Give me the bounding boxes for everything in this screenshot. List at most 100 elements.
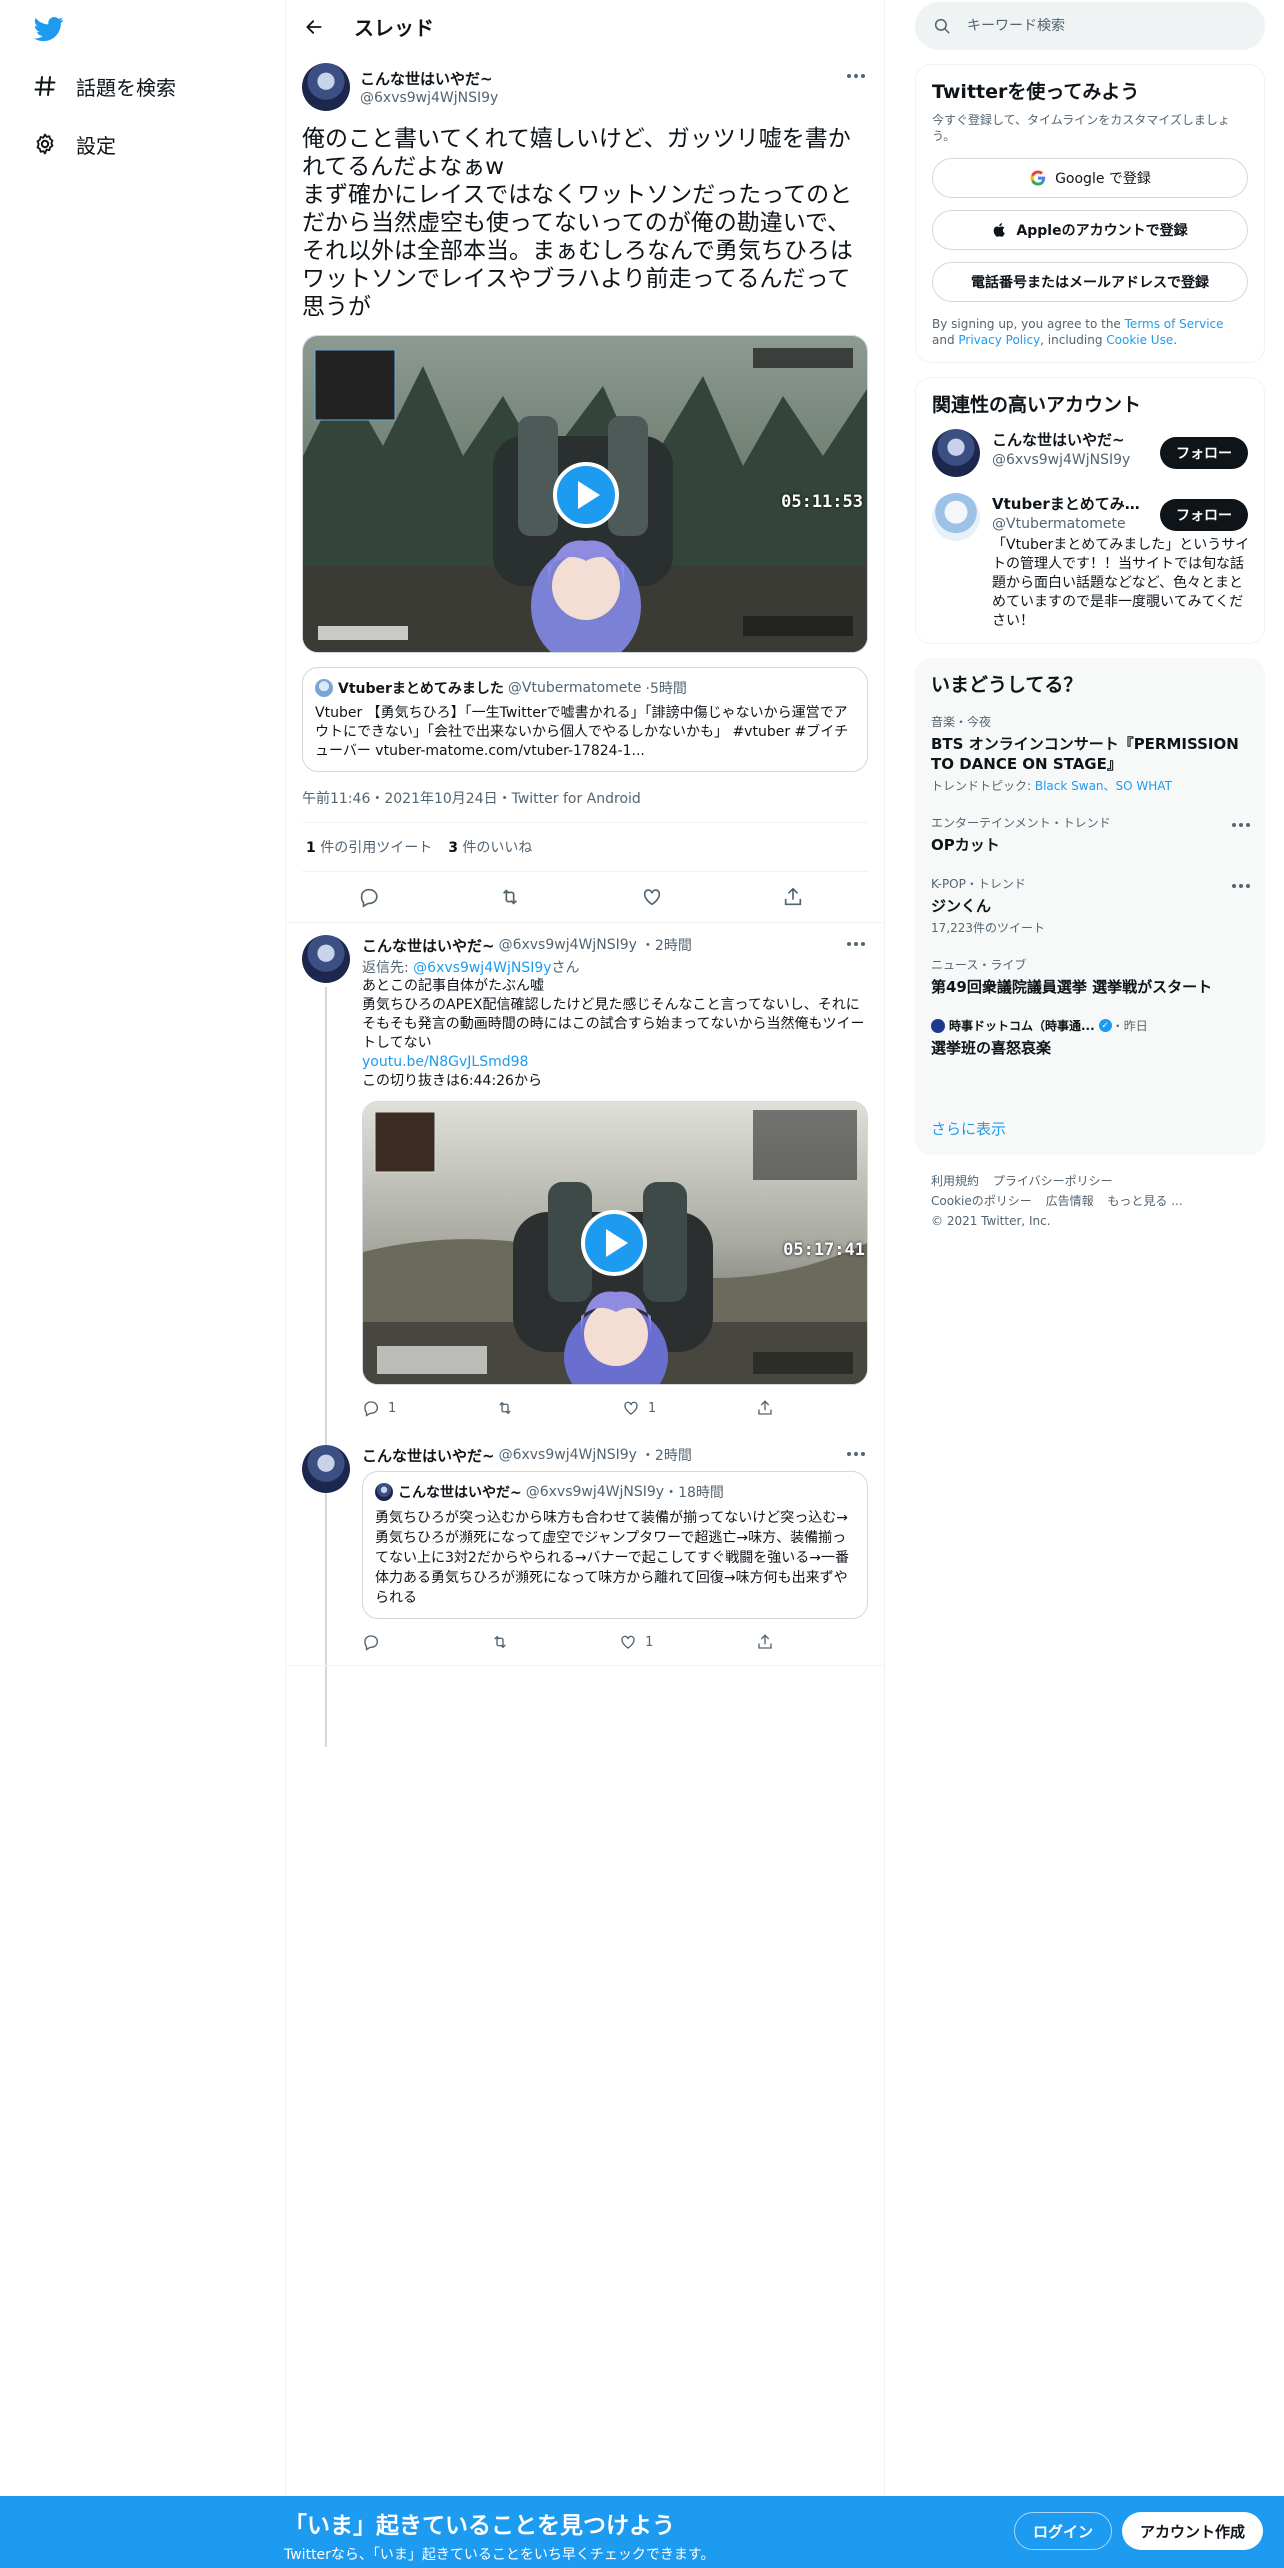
terms-link[interactable]: Terms of Service xyxy=(1125,317,1224,331)
follow-button[interactable]: フォロー xyxy=(1160,499,1248,531)
cookie-link[interactable]: Cookie Use xyxy=(1106,333,1173,347)
reply-text-2: この切り抜きは6:44:26から xyxy=(362,1073,542,1089)
phone-email-signup-button[interactable]: 電話番号またはメールアドレスで登録 xyxy=(932,262,1248,302)
quote-tweets-stat[interactable]: 1 件の引用ツイート xyxy=(306,837,432,857)
more-options-icon[interactable] xyxy=(1229,877,1253,895)
account-handle[interactable]: @Vtubermatomete xyxy=(992,516,1142,532)
trend-category: ニュース・ライブ xyxy=(931,958,1027,972)
privacy-link[interactable]: Privacy Policy xyxy=(958,333,1040,347)
trend-item[interactable]: K-POP・トレンド ジンくん 17,223件のツイート xyxy=(915,865,1265,946)
google-signup-button[interactable]: Google で登録 xyxy=(932,158,1248,198)
reply-icon[interactable]: 1 xyxy=(362,1399,396,1417)
bottom-bar-subtitle: Twitterなら、「いま」起きていることをいち早くチェックできます。 xyxy=(284,2547,715,2563)
author-name[interactable]: こんな世はいやだ~ xyxy=(360,68,498,89)
trend-category: エンターテインメント・トレンド xyxy=(931,816,1111,830)
signup-title: Twitterを使ってみよう xyxy=(932,81,1140,103)
retweet-icon[interactable] xyxy=(496,1399,522,1417)
account-item[interactable]: こんな世はいやだ~ @6xvs9wj4WjNSI9y フォロー xyxy=(916,417,1264,489)
account-item[interactable]: Vtuberまとめてみま... @Vtubermatomete 「Vtuberま… xyxy=(916,489,1264,643)
account-name[interactable]: Vtuberまとめてみま... xyxy=(992,493,1142,514)
quote-author-handle: @Vtubermatomete xyxy=(507,680,642,696)
avatar[interactable] xyxy=(302,935,350,983)
login-button[interactable]: ログイン xyxy=(1014,2512,1113,2550)
quote-author-name: Vtuberまとめてみました xyxy=(338,681,504,697)
apple-signup-label: Appleのアカウントで登録 xyxy=(1016,223,1188,239)
reply-time[interactable]: ・2時間 xyxy=(641,1445,692,1465)
more-options-icon[interactable] xyxy=(844,935,868,953)
reply-count: 1 xyxy=(388,1400,397,1416)
footer-link-ads[interactable]: 広告情報 xyxy=(1046,1194,1094,1208)
avatar[interactable] xyxy=(302,63,350,111)
footer-link-terms[interactable]: 利用規約 xyxy=(931,1174,979,1188)
like-icon[interactable]: 1 xyxy=(622,1399,656,1417)
footer-link-more[interactable]: もっと見る ... xyxy=(1107,1194,1182,1208)
more-options-icon[interactable] xyxy=(844,67,868,85)
trends-title: いまどうしてる？ xyxy=(931,674,1083,696)
reply-author-name[interactable]: こんな世はいやだ~ xyxy=(362,935,495,956)
nav-explore[interactable]: 話題を検索 xyxy=(32,66,176,106)
reply-author-handle[interactable]: @6xvs9wj4WjNSI9y xyxy=(499,1447,637,1463)
retweet-icon[interactable] xyxy=(499,886,529,908)
more-options-icon[interactable] xyxy=(844,1445,868,1463)
reply-author-handle[interactable]: @6xvs9wj4WjNSI9y xyxy=(499,937,637,953)
trend-item[interactable]: 音楽・今夜 BTS オンラインコンサート『PERMISSION TO DANCE… xyxy=(915,703,1265,804)
twitter-logo-icon[interactable] xyxy=(32,14,66,44)
reply-icon[interactable] xyxy=(362,1633,388,1651)
show-more-link[interactable]: さらに表示 xyxy=(915,1068,1265,1155)
search-box[interactable] xyxy=(915,2,1265,50)
quote-time: 5時間 xyxy=(649,681,687,697)
share-icon[interactable] xyxy=(756,1399,782,1417)
nav-explore-label: 話題を検索 xyxy=(76,75,176,100)
quoted-tweet[interactable]: こんな世はいやだ~ @6xvs9wj4WjNSI9y ・18時間 勇気ちひろが突… xyxy=(362,1471,868,1619)
reply-tweet[interactable]: こんな世はいやだ~ @6xvs9wj4WjNSI9y ・2時間 こんな世はいやだ… xyxy=(286,1431,884,1666)
signup-button[interactable]: アカウント作成 xyxy=(1122,2512,1264,2550)
reply-text: あとこの記事自体がたぶん嘘 勇気ちひろのAPEX配信確認したけど見た感じそんなこ… xyxy=(362,978,865,1051)
youtube-link[interactable]: youtu.be/N8GvJLSmd98 xyxy=(362,1054,528,1070)
gear-icon xyxy=(32,131,58,157)
right-sidebar: Twitterを使ってみよう 今すぐ登録して、タイムラインをカスタマイズしましょ… xyxy=(915,0,1265,1247)
tweet-video[interactable]: 05:11:53 xyxy=(302,335,868,653)
footer-links: 利用規約 プライバシーポリシー Cookieのポリシー 広告情報 もっと見る .… xyxy=(915,1155,1265,1247)
signup-terms: By signing up, you agree to the Terms of… xyxy=(932,317,1224,347)
avatar[interactable] xyxy=(932,429,980,477)
search-input[interactable] xyxy=(967,18,1227,34)
trend-topic-link[interactable]: Black Swan、SO WHAT xyxy=(1035,779,1172,793)
quoted-tweet[interactable]: Vtuberまとめてみました @Vtubermatomete ·5時間 Vtub… xyxy=(302,667,868,772)
quote-author-handle: @6xvs9wj4WjNSI9y xyxy=(525,1484,665,1500)
share-icon[interactable] xyxy=(756,1633,782,1651)
thread-column: スレッド こんな世はいやだ~ @6xvs9wj4WjNSI9y 俺のこと書いてく… xyxy=(285,0,885,2500)
trend-item[interactable]: 時事ドットコム（時事通... ✓ ・昨日 選挙班の喜怒哀楽 xyxy=(915,1007,1265,1068)
reply-time[interactable]: ・2時間 xyxy=(641,935,692,955)
signup-subtitle: 今すぐ登録して、タイムラインをカスタマイズしましょう。 xyxy=(932,113,1230,143)
account-name[interactable]: こんな世はいやだ~ xyxy=(992,429,1142,450)
news-source-name: 時事ドットコム（時事通... xyxy=(949,1019,1095,1033)
footer-link-privacy[interactable]: プライバシーポリシー xyxy=(993,1174,1113,1188)
avatar[interactable] xyxy=(932,493,980,541)
retweet-icon[interactable] xyxy=(491,1633,517,1651)
likes-stat[interactable]: 3 件のいいね xyxy=(448,837,532,857)
follow-button[interactable]: フォロー xyxy=(1160,437,1248,469)
nav-settings[interactable]: 設定 xyxy=(32,124,116,164)
reply-author-name[interactable]: こんな世はいやだ~ xyxy=(362,1445,495,1466)
share-icon[interactable] xyxy=(782,886,812,908)
like-icon[interactable]: 1 xyxy=(619,1633,653,1651)
apple-signup-button[interactable]: Appleのアカウントで登録 xyxy=(932,210,1248,250)
play-icon[interactable] xyxy=(553,462,619,528)
reply-icon[interactable] xyxy=(358,886,388,908)
trend-item[interactable]: エンターテインメント・トレンド OPカット xyxy=(915,804,1265,865)
play-icon[interactable] xyxy=(581,1210,647,1276)
like-icon[interactable] xyxy=(641,886,671,908)
main-tweet-author[interactable]: こんな世はいやだ~ @6xvs9wj4WjNSI9y xyxy=(302,63,868,111)
trend-item[interactable]: ニュース・ライブ 第49回衆議院議員選挙 選挙戦がスタート xyxy=(915,946,1265,1007)
back-arrow-icon[interactable] xyxy=(302,15,326,39)
more-options-icon[interactable] xyxy=(1229,816,1253,834)
account-handle[interactable]: @6xvs9wj4WjNSI9y xyxy=(992,452,1142,468)
reply-to-link[interactable]: @6xvs9wj4WjNSI9y xyxy=(413,960,551,976)
footer-link-cookies[interactable]: Cookieのポリシー xyxy=(931,1194,1032,1208)
tweet-stats: 1 件の引用ツイート 3 件のいいね xyxy=(302,823,868,872)
reply-video[interactable]: 05:17:41 xyxy=(362,1101,868,1385)
author-handle[interactable]: @6xvs9wj4WjNSI9y xyxy=(360,90,498,106)
news-source-icon xyxy=(931,1018,945,1033)
reply-tweet[interactable]: こんな世はいやだ~ @6xvs9wj4WjNSI9y ・2時間 返信先: @6x… xyxy=(286,923,884,1747)
avatar[interactable] xyxy=(302,1445,350,1493)
